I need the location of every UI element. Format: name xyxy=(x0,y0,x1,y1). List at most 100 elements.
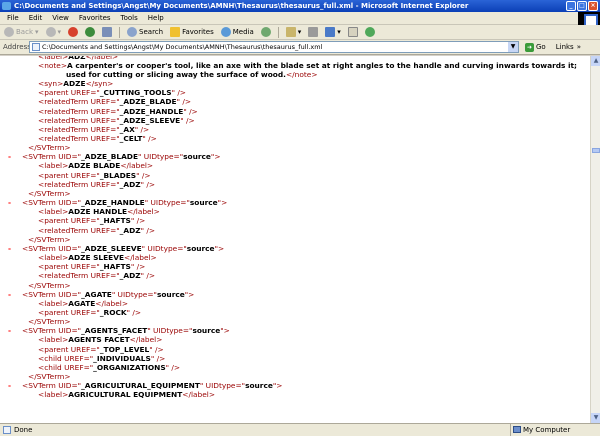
menu-tools[interactable]: Tools xyxy=(116,12,143,25)
xml-attribute: UREF=" xyxy=(61,362,94,372)
menu-bar: File Edit View Favorites Tools Help xyxy=(0,12,600,25)
xml-line: <note>A carpenter's or cooper's tool, li… xyxy=(0,61,590,70)
print-button[interactable] xyxy=(306,26,320,39)
xml-tag: > xyxy=(217,243,225,253)
xml-line: - <SVTerm UID="_ADZE_BLADE" UIDtype="sour… xyxy=(0,152,590,161)
edit-dropdown-icon[interactable]: ▾ xyxy=(337,28,341,36)
xml-attribute-value: source xyxy=(186,243,215,253)
xml-attribute-value: source xyxy=(183,152,211,162)
xml-tag: /> xyxy=(145,134,157,144)
maximize-button[interactable]: □ xyxy=(577,1,587,11)
xml-line: - <SVTerm UID="_AGENTS_FACET" UIDtype="so… xyxy=(0,326,590,335)
menu-favorites[interactable]: Favorites xyxy=(74,12,116,25)
back-dropdown-icon[interactable]: ▾ xyxy=(35,28,39,36)
home-button[interactable] xyxy=(100,26,114,39)
xml-tag: </SVTerm> xyxy=(28,317,71,327)
xml-attribute: UREF=" xyxy=(88,124,120,134)
xml-line: </SVTerm> xyxy=(0,143,590,152)
xml-tag: <parent xyxy=(38,344,69,354)
address-dropdown-icon[interactable]: ▼ xyxy=(508,42,518,52)
media-button[interactable]: Media xyxy=(219,26,256,39)
favorites-label: Favorites xyxy=(182,28,214,36)
links-chevron-icon[interactable]: » xyxy=(577,43,581,51)
xml-line: <label>AGRICULTURAL EQUIPMENT</label> xyxy=(0,390,590,399)
xml-attribute: UID=" xyxy=(55,198,82,208)
menu-view[interactable]: View xyxy=(47,12,74,25)
collapse-toggle-icon[interactable]: - xyxy=(8,198,11,207)
xml-attribute: UREF=" xyxy=(88,225,120,235)
collapse-toggle-icon[interactable]: - xyxy=(8,381,11,390)
xml-attribute-value: _BLADES xyxy=(99,170,137,180)
media-icon xyxy=(220,27,231,37)
xml-line: </SVTerm> xyxy=(0,372,590,381)
xml-tag: <SVTerm xyxy=(22,152,56,162)
go-arrow-icon: ➜ xyxy=(525,42,534,52)
xml-tag: /> xyxy=(138,124,150,134)
xml-tag: <SVTerm xyxy=(22,198,56,208)
address-input[interactable]: C:\Documents and Settings\Angst\My Docum… xyxy=(29,41,519,53)
xml-line: </SVTerm> xyxy=(0,235,590,244)
collapse-toggle-icon[interactable]: - xyxy=(8,290,11,299)
xml-attribute: UID=" xyxy=(55,289,82,299)
address-bar: Address C:\Documents and Settings\Angst\… xyxy=(0,40,600,55)
search-button[interactable]: Search xyxy=(125,26,165,39)
xml-tag: <SVTerm xyxy=(22,381,56,391)
mail-icon xyxy=(285,27,296,37)
menu-edit[interactable]: Edit xyxy=(24,12,48,25)
window-title: C:\Documents and Settings\Angst\My Docum… xyxy=(14,2,469,10)
collapse-toggle-icon[interactable]: - xyxy=(8,152,11,161)
edit-button[interactable]: ▾ xyxy=(323,26,343,39)
xml-tag: /> xyxy=(169,362,181,372)
xml-tag: </SVTerm> xyxy=(28,234,71,244)
xml-attribute: UREF=" xyxy=(88,97,120,107)
menu-file[interactable]: File xyxy=(2,12,24,25)
xml-attribute: UID=" xyxy=(55,152,82,162)
back-button[interactable]: Back ▾ xyxy=(2,26,41,39)
refresh-button[interactable] xyxy=(83,26,97,39)
vertical-scrollbar[interactable]: ▲ ▼ xyxy=(590,56,600,423)
xml-attribute: UID=" xyxy=(55,381,82,391)
mail-dropdown-icon[interactable]: ▾ xyxy=(298,28,302,36)
mail-button[interactable]: ▾ xyxy=(284,26,304,39)
menu-help[interactable]: Help xyxy=(143,12,169,25)
xml-tag: /> xyxy=(144,179,156,189)
xml-tag: <child xyxy=(38,353,62,363)
xml-attribute: " UIDtype=" xyxy=(199,381,246,391)
minimize-button[interactable]: _ xyxy=(566,1,576,11)
xml-attribute-value: _AGATE xyxy=(81,289,112,299)
links-button[interactable]: Links xyxy=(556,43,574,51)
xml-tag: /> xyxy=(130,307,142,317)
xml-attribute-value: _HAFTS xyxy=(99,262,131,272)
xml-attribute: " UIDtype=" xyxy=(111,289,157,299)
xml-tag: <child xyxy=(38,362,62,372)
forward-button[interactable]: ▾ xyxy=(44,26,64,39)
xml-line: <label>ADZE SLEEVE</label> xyxy=(0,253,590,262)
messenger-button[interactable] xyxy=(363,26,377,39)
xml-attribute: UREF=" xyxy=(88,134,120,144)
collapse-toggle-icon[interactable]: - xyxy=(8,244,11,253)
xml-attribute-value: _ADZ xyxy=(119,225,141,235)
xml-tag: <label> xyxy=(38,335,69,345)
xml-line: <relatedTerm UREF="_AX" /> xyxy=(0,125,590,134)
history-button[interactable] xyxy=(259,26,273,39)
go-button[interactable]: ➜ Go xyxy=(525,42,546,52)
xml-line: <relatedTerm UREF="_ADZE_SLEEVE" /> xyxy=(0,116,590,125)
print-icon xyxy=(308,27,319,37)
xml-attribute: UREF=" xyxy=(68,344,100,354)
xml-line: <relatedTerm UREF="_CELT" /> xyxy=(0,134,590,143)
discuss-button[interactable] xyxy=(346,26,360,39)
scroll-thumb[interactable] xyxy=(592,148,600,153)
close-button[interactable]: × xyxy=(588,1,598,11)
xml-attribute: " UIDtype=" xyxy=(138,152,184,162)
xml-text: ADZE xyxy=(63,79,86,89)
xml-attribute-value: source xyxy=(245,381,273,391)
xml-attribute: UREF=" xyxy=(88,179,120,189)
xml-attribute-value: _INDIVIDUALS xyxy=(93,353,151,363)
collapse-toggle-icon[interactable]: - xyxy=(8,326,11,335)
xml-attribute: UREF=" xyxy=(61,353,94,363)
forward-dropdown-icon[interactable]: ▾ xyxy=(58,28,62,36)
stop-button[interactable] xyxy=(66,26,80,39)
scroll-down-arrow-icon[interactable]: ▼ xyxy=(591,413,600,423)
scroll-up-arrow-icon[interactable]: ▲ xyxy=(591,56,600,66)
favorites-button[interactable]: Favorites xyxy=(168,26,216,39)
